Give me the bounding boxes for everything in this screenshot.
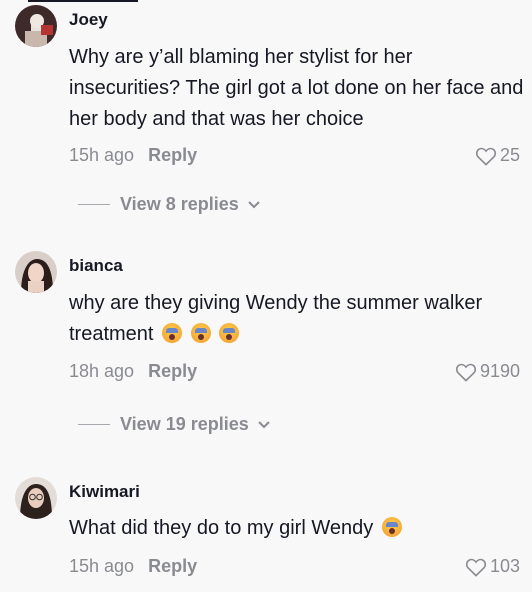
reply-button[interactable]: Reply bbox=[148, 361, 197, 381]
comment-time: 15h ago bbox=[69, 556, 135, 576]
screaming-face-emoji bbox=[162, 323, 183, 343]
chevron-down-icon bbox=[258, 420, 270, 428]
tab-indicator bbox=[28, 0, 138, 2]
comment-meta: 15h ago Reply bbox=[69, 145, 197, 166]
view-replies-label: View 19 replies bbox=[120, 414, 249, 434]
heart-outline-icon bbox=[455, 363, 476, 382]
comment-text: What did they do to my girl Wendy bbox=[69, 513, 524, 544]
view-replies-button[interactable]: View 8 replies bbox=[78, 194, 261, 215]
comment-meta: 15h ago Reply bbox=[69, 556, 197, 577]
divider bbox=[78, 424, 110, 425]
view-replies-button[interactable]: View 19 replies bbox=[78, 414, 271, 435]
view-replies-label: View 8 replies bbox=[120, 194, 239, 214]
comment-time: 18h ago bbox=[69, 361, 135, 381]
like-count: 25 bbox=[499, 145, 520, 165]
comment-username[interactable]: Joey bbox=[69, 10, 108, 30]
reply-button[interactable]: Reply bbox=[148, 556, 197, 576]
screaming-face-emoji bbox=[190, 323, 211, 343]
chevron-down-icon bbox=[248, 200, 260, 208]
like-count: 103 bbox=[489, 556, 520, 576]
like-button[interactable]: 25 bbox=[475, 145, 520, 166]
comment-username[interactable]: Kiwimari bbox=[69, 482, 140, 502]
like-count: 9190 bbox=[479, 361, 520, 381]
heart-outline-icon bbox=[465, 558, 486, 577]
divider bbox=[78, 204, 110, 205]
comment-text-content: Why are y’all blaming her stylist for he… bbox=[69, 46, 524, 130]
screaming-face-emoji bbox=[219, 323, 240, 343]
avatar[interactable] bbox=[15, 251, 57, 293]
avatar[interactable] bbox=[15, 5, 57, 47]
like-button[interactable]: 103 bbox=[465, 556, 520, 577]
comment-text: Why are y’all blaming her stylist for he… bbox=[69, 42, 524, 135]
comment-text-content: What did they do to my girl Wendy bbox=[69, 517, 374, 539]
comment-text: why are they giving Wendy the summer wal… bbox=[69, 288, 524, 350]
comment-time: 15h ago bbox=[69, 145, 135, 165]
avatar[interactable] bbox=[15, 477, 57, 519]
like-button[interactable]: 9190 bbox=[455, 361, 520, 382]
screaming-face-emoji bbox=[381, 517, 402, 537]
comment-meta: 18h ago Reply bbox=[69, 361, 197, 382]
comment-username[interactable]: bianca bbox=[69, 256, 123, 276]
comment-text-content: why are they giving Wendy the summer wal… bbox=[69, 292, 483, 345]
heart-outline-icon bbox=[475, 147, 497, 166]
reply-button[interactable]: Reply bbox=[148, 145, 197, 165]
